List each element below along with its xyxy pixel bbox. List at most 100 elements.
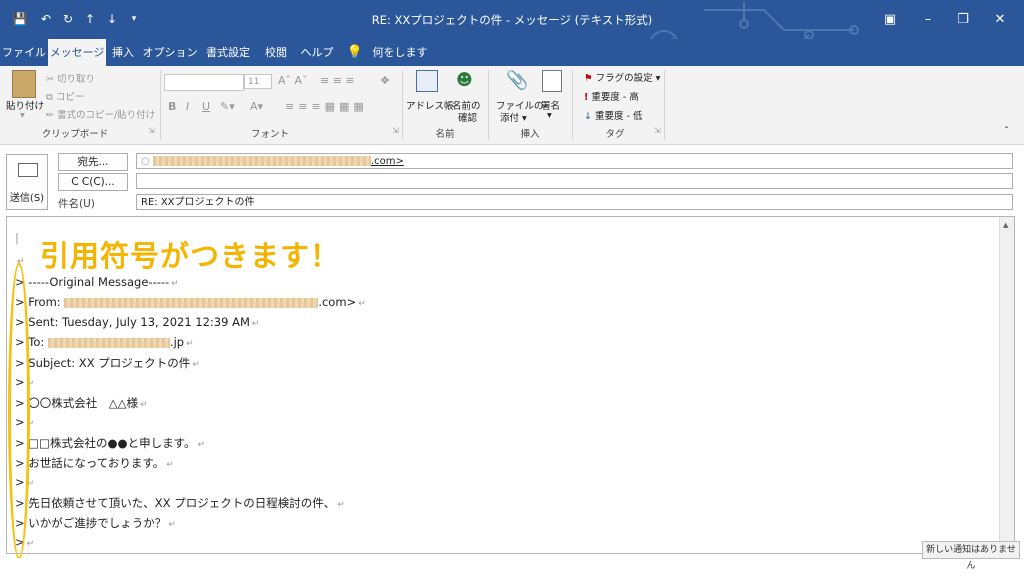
quote-text: > 先日依頼させて頂いた、XX プロジェクトの日程検討の件、: [15, 496, 336, 510]
quote-line: > 先日依頼させて頂いた、XX プロジェクトの日程検討の件、 ↵: [15, 496, 345, 510]
ribbon: 貼り付け ▾ ✂ 切り取り ⧉ コピー ✏ 書式のコピー/貼り付け クリップボー…: [0, 66, 1024, 145]
to-button[interactable]: 宛先...: [58, 153, 128, 171]
check-names-button-line2[interactable]: 確認: [458, 110, 477, 124]
grow-font-icon[interactable]: Aˆ Aˇ: [278, 74, 308, 87]
highlight-icon[interactable]: ✎▾: [220, 100, 235, 113]
cut-button[interactable]: ✂ 切り取り: [46, 71, 95, 85]
notification-tooltip: 新しい通知はありません: [922, 541, 1020, 571]
bottom-bar: [0, 558, 1024, 576]
flag-label: フラグの設定: [595, 73, 653, 84]
quote-line: > お世話になっております。 ↵: [15, 456, 174, 470]
tab-file[interactable]: ファイル: [0, 39, 48, 66]
collapse-ribbon-icon[interactable]: ˆ: [1004, 126, 1009, 137]
quote-line: > 〇〇株式会社 △△様 ↵: [15, 396, 148, 410]
tab-review[interactable]: 校閲: [258, 39, 294, 66]
close-icon[interactable]: ✕: [982, 6, 1018, 32]
from-suffix: .com>: [318, 295, 357, 309]
ribbon-tabs: ファイル メッセージ 挿入 オプション 書式設定 校閲 ヘルプ 💡 何をしますか: [0, 39, 1024, 86]
signature-dropdown-icon[interactable]: ▾: [547, 110, 552, 121]
copy-button[interactable]: ⧉ コピー: [46, 89, 84, 103]
font-color-icon[interactable]: A▾: [250, 100, 263, 113]
group-separator: [402, 70, 403, 140]
clipboard-group-label: クリップボード: [41, 129, 109, 140]
font-group-label: フォント: [250, 129, 289, 140]
font-name-select[interactable]: [164, 74, 244, 91]
exclamation-icon: !: [584, 92, 589, 103]
italic-button[interactable]: I: [186, 100, 189, 113]
send-label: 送信(S): [9, 193, 45, 204]
annotation-oval: [8, 262, 30, 560]
paste-button[interactable]: 貼り付け: [6, 98, 44, 112]
tab-message[interactable]: メッセージ: [48, 39, 106, 66]
address-book-button[interactable]: アドレス帳: [406, 98, 454, 112]
attach-label: 添付: [500, 113, 520, 124]
maximize-icon[interactable]: ❐: [945, 6, 981, 32]
font-size-select[interactable]: 11: [244, 74, 272, 89]
quote-line: > From: .com> ↵: [15, 295, 366, 309]
send-envelope-icon: [18, 163, 38, 177]
high-importance-button[interactable]: ! 重要度 - 高: [584, 89, 639, 103]
tab-help[interactable]: ヘルプ: [296, 39, 338, 66]
signature-icon[interactable]: [542, 70, 562, 92]
tab-format[interactable]: 書式設定: [198, 39, 258, 66]
to-field[interactable]: ○ .com>: [136, 153, 1013, 169]
tell-me-search[interactable]: 何をしますか: [368, 39, 432, 86]
bold-button[interactable]: B: [168, 100, 176, 113]
include-group-label: 挿入: [520, 129, 540, 140]
group-separator: [160, 70, 161, 140]
paste-icon[interactable]: [12, 70, 36, 98]
minimize-icon[interactable]: –: [910, 6, 946, 32]
to-address-suffix: .com>: [370, 156, 404, 167]
quote-text: > お世話になっております。: [15, 456, 165, 470]
follow-up-flag-button[interactable]: ⚑ フラグの設定 ▾: [584, 70, 660, 84]
paperclip-icon[interactable]: 📎: [506, 70, 528, 91]
names-group-label: 名前: [435, 129, 455, 140]
group-separator: [488, 70, 489, 140]
quote-text: > いかがご進捗でしょうか？: [15, 516, 167, 530]
tab-options[interactable]: オプション: [142, 39, 198, 66]
to-suffix: .jp: [169, 335, 185, 349]
attach-file-button-line2[interactable]: 添付 ▾: [500, 110, 527, 124]
quote-text: > Subject: XX プロジェクトの件: [15, 356, 191, 370]
scroll-up-icon[interactable]: ▲: [1003, 221, 1008, 229]
ribbon-display-icon[interactable]: ▣: [872, 6, 908, 32]
align-icons[interactable]: ≡≡≡▦▦▦: [285, 100, 368, 113]
copy-label: コピー: [55, 92, 85, 103]
cc-button[interactable]: C C(C)...: [58, 173, 128, 191]
redacted-recipient: [152, 156, 371, 166]
send-button[interactable]: 送信(S): [6, 154, 48, 210]
quote-text: > -----Original Message-----: [15, 275, 170, 289]
check-names-icon[interactable]: ☻: [456, 70, 478, 90]
annotation-text: 引用符号がつきます！: [40, 239, 341, 273]
tags-group-label: タグ: [605, 129, 625, 140]
cursor-line: |: [15, 231, 19, 245]
cc-field[interactable]: [136, 173, 1013, 189]
quote-text: > □□株式会社の●●と申します。: [15, 436, 196, 450]
quote-line: > To: .jp ↵: [15, 335, 194, 349]
bullets-icon[interactable]: ≡ ≡ ≡: [320, 74, 355, 87]
clear-format-icon[interactable]: ❖: [380, 74, 390, 87]
quote-text: > Sent: Tuesday, July 13, 2021 12:39 AM: [15, 315, 250, 329]
flag-icon: ⚑: [584, 73, 593, 84]
vertical-scrollbar[interactable]: ▲: [999, 217, 1014, 553]
low-label: 重要度 - 低: [595, 111, 643, 122]
low-importance-button[interactable]: ↓ 重要度 - 低: [584, 108, 642, 122]
redacted-from: [64, 297, 319, 308]
paste-dropdown-icon[interactable]: ▾: [20, 110, 25, 121]
format-painter-label: 書式のコピー/貼り付け: [56, 110, 156, 121]
group-separator: [664, 70, 665, 140]
quote-text: > 〇〇株式会社 △△様: [15, 396, 138, 410]
clipboard-launcher-icon[interactable]: ⇲: [148, 126, 155, 135]
down-arrow-importance-icon: ↓: [584, 111, 592, 122]
quote-line: > いかがご進捗でしょうか？ ↵: [15, 516, 176, 530]
lightbulb-icon: 💡: [346, 45, 364, 60]
recipient-icon: ○: [141, 156, 150, 167]
subject-field[interactable]: RE: XXプロジェクトの件: [136, 194, 1013, 210]
tab-insert[interactable]: 挿入: [106, 39, 140, 66]
format-painter-button[interactable]: ✏ 書式のコピー/貼り付け: [46, 107, 155, 121]
address-book-icon[interactable]: [416, 70, 438, 92]
underline-button[interactable]: U: [202, 100, 210, 113]
tags-launcher-icon[interactable]: ⇲: [654, 126, 661, 135]
font-launcher-icon[interactable]: ⇲: [392, 126, 399, 135]
title-bar: 💾 ↶ ↻ ↑ ↓ ▾ RE: XXプロジェクトの件 - メッセージ (テキスト…: [0, 0, 1024, 60]
